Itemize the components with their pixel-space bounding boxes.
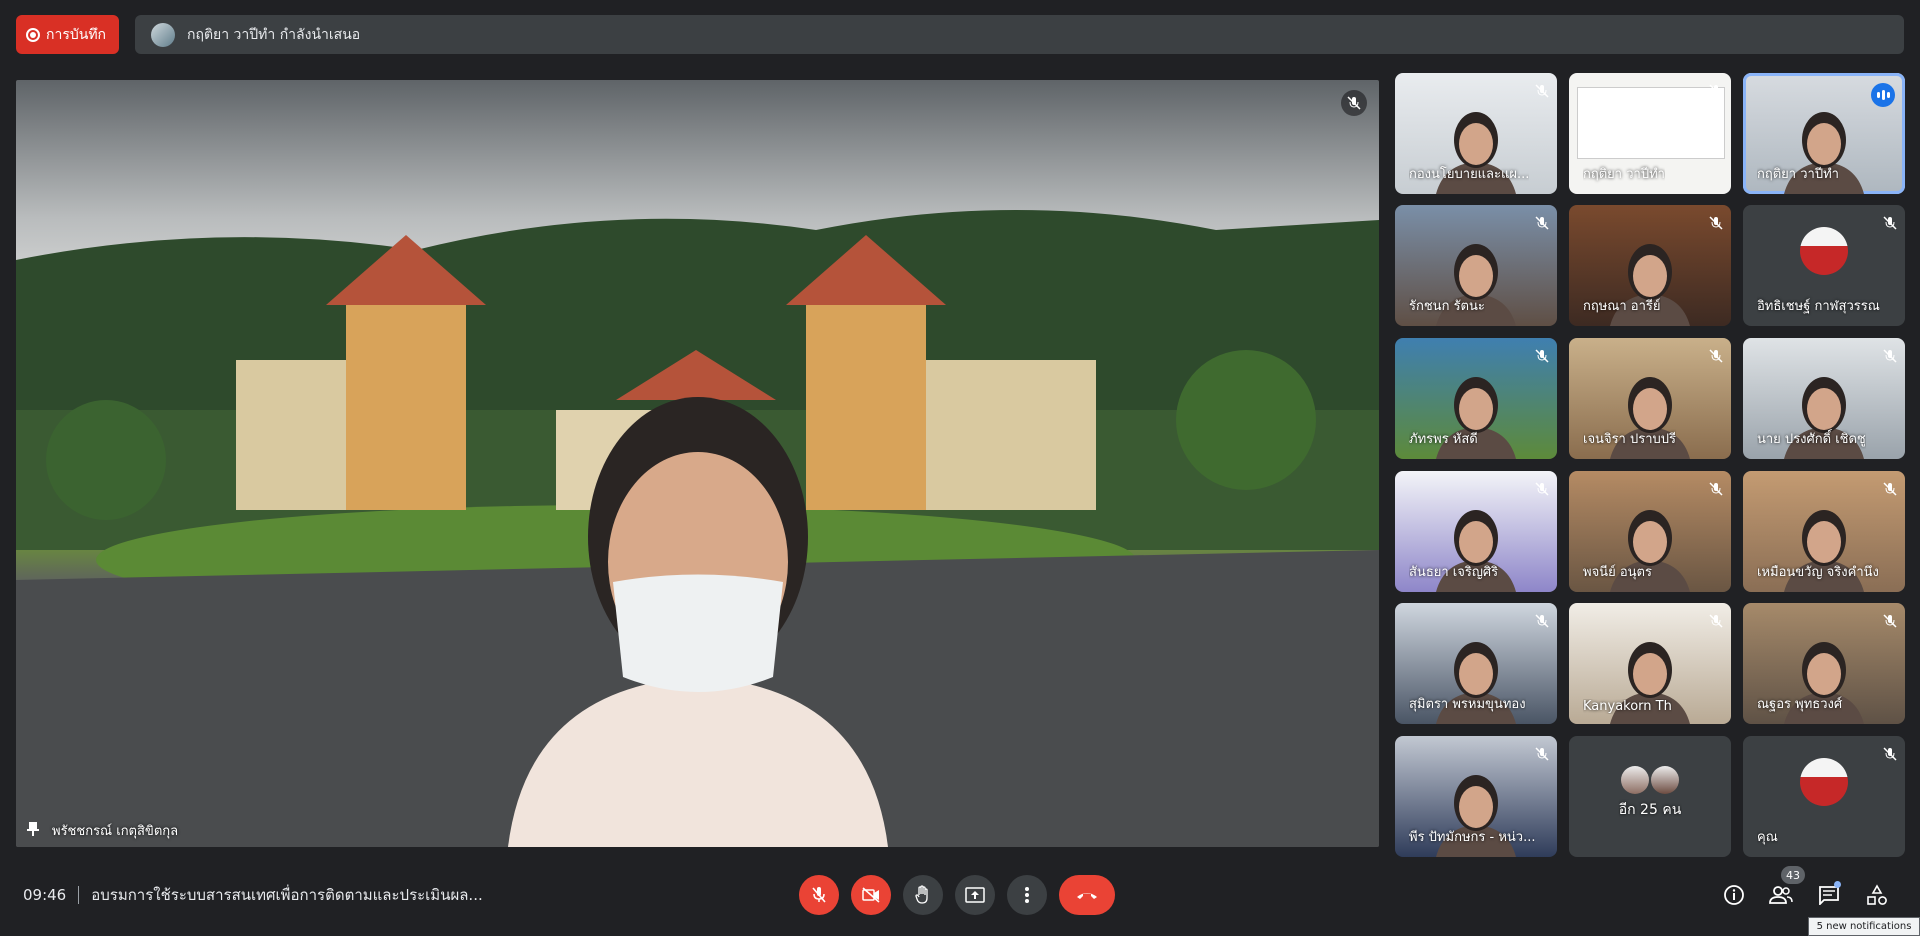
mic-off-icon: [1709, 613, 1723, 632]
people-icon: [1769, 886, 1793, 904]
participant-name: กฤติยา วาปีทำ: [1583, 167, 1665, 182]
participant-name: ณฐอร พุทธวงศ์: [1757, 697, 1843, 712]
main-video-tile[interactable]: พรัชชกรณ์ เกตุสิขิตกุล: [16, 80, 1379, 847]
notification-dot: [1834, 881, 1841, 888]
participant-tile[interactable]: คุณ: [1743, 736, 1905, 857]
participant-name: กฤติยา วาปีทำ: [1757, 167, 1839, 182]
participant-tile[interactable]: รักชนก รัตนะ: [1395, 205, 1557, 326]
end-call-icon: [1077, 893, 1097, 899]
shared-screen-thumbnail: [1577, 87, 1725, 159]
participant-tile[interactable]: อิทธิเชษฐ์ กาฬสุวรรณ: [1743, 205, 1905, 326]
mic-toggle-button[interactable]: [799, 875, 839, 915]
participant-tile[interactable]: กฤติยา วาปีทำ: [1743, 73, 1905, 194]
camera-off-icon: [862, 887, 880, 903]
avatar: [1800, 226, 1848, 275]
presenting-text: กฤติยา วาปีทำ กำลังนำเสนอ: [187, 26, 361, 43]
participant-tile[interactable]: Kanyakorn Th: [1569, 603, 1731, 724]
recording-label: การบันทึก: [46, 26, 107, 43]
mic-off-icon: [1709, 348, 1723, 367]
participant-name: เจนจิรา ปราบปรี: [1583, 432, 1676, 447]
more-participants-tile[interactable]: อีก 25 คน: [1569, 736, 1731, 857]
meeting-title[interactable]: อบรมการใช้ระบบสารสนเทศเพื่อการติดตามและป…: [91, 883, 483, 907]
participant-name: พีร ปัทมักษกร - หน่ว...: [1409, 830, 1536, 845]
participant-tile[interactable]: กองนโยบายและแผ...: [1395, 73, 1557, 194]
camera-toggle-button[interactable]: [851, 875, 891, 915]
mic-off-icon: [1341, 90, 1367, 116]
participant-tile[interactable]: นาย ปรงศักดิ์ เชิดชู: [1743, 338, 1905, 459]
participant-name: ภัทรพร หัสดี: [1409, 432, 1478, 447]
speaking-indicator-icon: [1871, 83, 1895, 107]
presenting-banner[interactable]: กฤติยา วาปีทำ กำลังนำเสนอ: [135, 15, 1904, 54]
participant-name: กองนโยบายและแผ...: [1409, 167, 1530, 182]
activities-icon: [1867, 884, 1887, 905]
mic-off-icon: [1535, 348, 1549, 367]
avatar-stack: [1621, 766, 1679, 794]
notifications-tooltip: 5 new notifications: [1808, 917, 1920, 936]
mic-off-icon: [1535, 613, 1549, 632]
presenter-avatar: [151, 22, 175, 47]
participant-name: รักชนก รัตนะ: [1409, 299, 1485, 314]
mic-off-icon: [1883, 481, 1897, 500]
recording-indicator[interactable]: การบันทึก: [16, 15, 119, 54]
hand-icon: [915, 885, 928, 904]
mic-off-icon: [1535, 481, 1549, 500]
avatar: [1800, 757, 1848, 806]
mic-off-icon: [1535, 83, 1549, 102]
participant-tile[interactable]: สันธยา เจริญศิริ: [1395, 471, 1557, 592]
participant-name: สันธยา เจริญศิริ: [1409, 565, 1499, 580]
mic-off-icon: [1883, 348, 1897, 367]
pin-icon[interactable]: [26, 821, 40, 841]
clock: 09:46: [23, 886, 67, 904]
mic-off-icon: [1883, 613, 1897, 632]
participant-name: Kanyakorn Th: [1583, 699, 1672, 714]
leave-call-button[interactable]: [1059, 875, 1115, 915]
participant-name: พจนีย์ อนุตร: [1583, 565, 1652, 580]
participant-tile[interactable]: พีร ปัทมักษกร - หน่ว...: [1395, 736, 1557, 857]
participant-tile[interactable]: ภัทรพร หัสดี: [1395, 338, 1557, 459]
record-icon: [26, 27, 40, 42]
mic-off-icon: [1883, 215, 1897, 234]
participant-name: สุมิตรา พรหมขุนทอง: [1409, 697, 1526, 712]
participant-name: อีก 25 คน: [1618, 802, 1682, 818]
activities-button[interactable]: [1864, 882, 1890, 908]
more-options-button[interactable]: [1007, 875, 1047, 915]
present-screen-icon: [965, 887, 985, 903]
meeting-details-button[interactable]: [1721, 882, 1747, 908]
main-video-label: พรัชชกรณ์ เกตุสิขิตกุล: [26, 820, 178, 841]
participant-name: เหมือนขวัญ จริงคำนึง: [1757, 565, 1879, 580]
participant-name: กฤษณา อารีย์: [1583, 299, 1661, 314]
mic-off-icon: [1709, 481, 1723, 500]
avatar: [1621, 766, 1649, 794]
participant-tile[interactable]: ณฐอร พุทธวงศ์: [1743, 603, 1905, 724]
mic-off-icon: [1535, 746, 1549, 765]
avatar: [1651, 766, 1679, 794]
participant-tile[interactable]: พจนีย์ อนุตร: [1569, 471, 1731, 592]
meeting-info: 09:46 อบรมการใช้ระบบสารสนเทศเพื่อการติดต…: [23, 883, 483, 907]
mic-off-icon: [1709, 215, 1723, 234]
main-video-name: พรัชชกรณ์ เกตุสิขิตกุล: [52, 824, 179, 839]
participant-tile[interactable]: กฤติยา วาปีทำ: [1569, 73, 1731, 194]
mic-off-icon: [1883, 746, 1897, 765]
mic-off-icon: [1535, 215, 1549, 234]
participant-tile[interactable]: กฤษณา อารีย์: [1569, 205, 1731, 326]
info-icon: [1724, 885, 1744, 905]
participant-name: คุณ: [1757, 830, 1778, 845]
participant-tile[interactable]: เหมือนขวัญ จริงคำนึง: [1743, 471, 1905, 592]
present-button[interactable]: [955, 875, 995, 915]
participant-tile[interactable]: สุมิตรา พรหมขุนทอง: [1395, 603, 1557, 724]
raise-hand-button[interactable]: [903, 875, 943, 915]
people-button[interactable]: [1768, 882, 1794, 908]
presenter-person: [507, 397, 888, 847]
people-count-badge: 43: [1781, 866, 1805, 884]
participant-name: นาย ปรงศักดิ์ เชิดชู: [1757, 432, 1866, 447]
mic-off-icon: [812, 887, 826, 903]
participant-tile[interactable]: เจนจิรา ปราบปรี: [1569, 338, 1731, 459]
participant-name: อิทธิเชษฐ์ กาฬสุวรรณ: [1757, 299, 1880, 314]
divider: [78, 886, 80, 904]
chat-icon: [1819, 886, 1839, 905]
mic-off-icon: [1709, 83, 1723, 102]
more-vert-icon: [1025, 887, 1029, 903]
